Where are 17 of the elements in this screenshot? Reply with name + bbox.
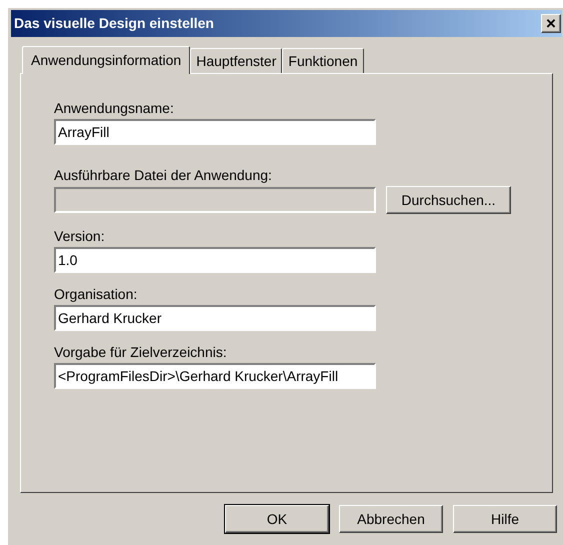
field-label: Anwendungsname: xyxy=(54,100,175,117)
dialog-button[interactable]: Hilfe xyxy=(453,505,557,533)
input-field[interactable]: 1.0 xyxy=(54,247,376,273)
tab[interactable]: Funktionen xyxy=(282,48,364,73)
tab[interactable]: Anwendungsinformation xyxy=(22,46,190,74)
input-field[interactable]: ArrayFill xyxy=(54,119,376,145)
input-field[interactable]: Gerhard Krucker xyxy=(54,305,376,331)
window-title: Das visuelle Design einstellen xyxy=(14,14,214,33)
field-label: Organisation: xyxy=(54,286,138,303)
close-button[interactable]: × xyxy=(541,14,561,33)
dialog-button[interactable]: OK xyxy=(225,505,329,533)
input-field[interactable]: <ProgramFilesDir>\Gerhard Krucker\ArrayFill xyxy=(54,363,376,389)
field-label: Vorgabe für Zielverzeichnis: xyxy=(54,344,228,361)
tab[interactable]: Hauptfenster xyxy=(190,48,282,73)
dialog-button[interactable]: Abbrechen xyxy=(339,505,443,533)
field-label: Version: xyxy=(54,228,106,245)
field-label: Ausführbare Datei der Anwendung: xyxy=(54,167,273,184)
